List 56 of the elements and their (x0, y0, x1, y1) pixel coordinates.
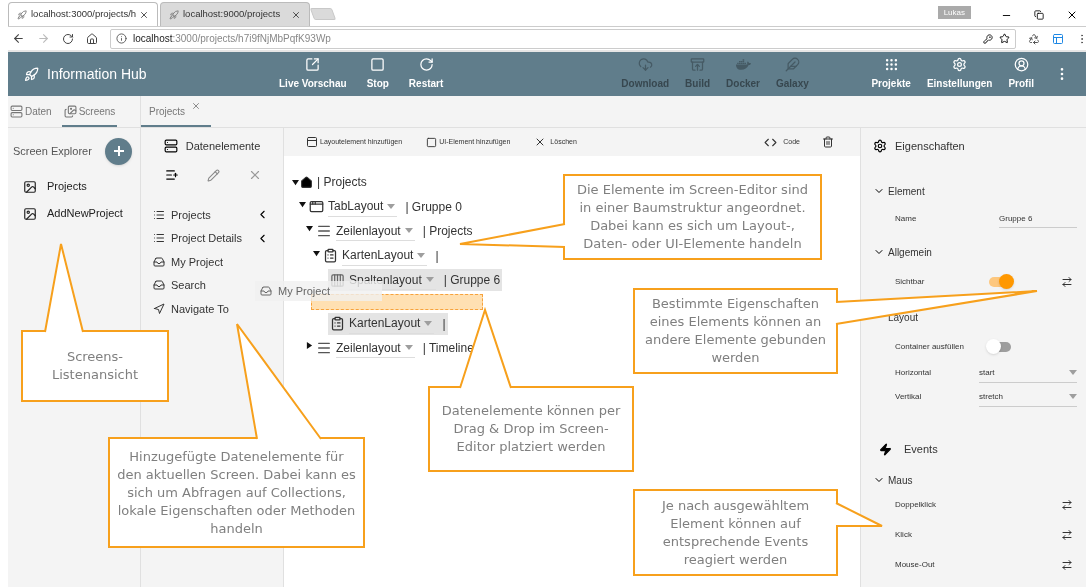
data-element-item[interactable]: Project Details (153, 230, 242, 247)
event-label: Mouse-Out (895, 559, 936, 571)
select-field[interactable]: start (979, 363, 1077, 383)
panel-title: Screen Explorer (13, 143, 92, 159)
field-label: Vertikal (895, 391, 923, 403)
field-label: Container ausfüllen (895, 341, 965, 353)
toolbar-button[interactable]: Einstellungen (920, 52, 999, 96)
section-title: Allgemein (888, 245, 932, 260)
tree-node[interactable]: KartenLayout | (328, 312, 448, 335)
browser-tab[interactable]: localhost:9000/projects (160, 2, 310, 26)
section-title: Element (888, 184, 925, 199)
data-element-item[interactable]: My Project (153, 253, 223, 270)
data-element-item[interactable]: Projects (153, 206, 211, 223)
toolbar-button[interactable]: Live Vorschau (273, 52, 353, 96)
event-label: Klick (895, 529, 913, 541)
type-select[interactable]: Zeilenlayout (336, 338, 415, 358)
select-field[interactable]: stretch (979, 387, 1077, 407)
panel-tab[interactable]: Daten (8, 97, 54, 127)
type-select[interactable]: KartenLayout (342, 245, 428, 266)
section-title: Events (904, 441, 938, 457)
tree-node[interactable]: TabLayout | Gruppe 0 (307, 195, 464, 218)
panel-title: Datenelemente (185, 138, 261, 154)
toolbar-button[interactable]: Stop (360, 52, 395, 96)
tree-node[interactable]: KartenLayout | (321, 244, 441, 267)
type-select[interactable]: TabLayout (328, 196, 398, 217)
node-name: | Projects (422, 223, 473, 240)
type-select[interactable]: Zeilenlayout (336, 221, 415, 241)
toolbar-button[interactable]: Projekte (865, 52, 917, 96)
node-name: | (435, 247, 439, 265)
data-element-item[interactable]: Navigate To (153, 300, 229, 317)
app-title: Information Hub (47, 64, 148, 84)
tree-node[interactable]: Zeilenlayout | Projects (314, 220, 475, 242)
browser-tab[interactable]: localhost:3000/projects/h (8, 2, 158, 26)
address-bar[interactable]: localhost:3000/projects/h7i9fNjMbPqfK93Wp (110, 28, 1016, 49)
field-label: Name (895, 213, 918, 225)
panel-title: Eigenschaften (895, 138, 965, 154)
tree-root[interactable]: | Projects (300, 173, 367, 191)
section-title: Maus (888, 473, 913, 488)
toolbar-button[interactable]: Restart (402, 52, 450, 96)
type-select[interactable]: KartenLayout (349, 313, 435, 334)
field-label: Sichtbar (895, 276, 926, 288)
screen-item[interactable]: AddNewProject (23, 200, 135, 227)
node-name: | Gruppe 6 (443, 272, 501, 289)
field-label: Horizontal (895, 367, 932, 379)
callout-box: Bestimmte Eigenschaften eines Elements können an andere Elemente gebunden werden (633, 288, 838, 374)
event-label: Doppelklick (895, 499, 937, 511)
node-name: | (442, 315, 446, 333)
name-field[interactable]: Gruppe 6 (999, 210, 1077, 228)
section-title: Layout (888, 310, 919, 325)
toolbar-button[interactable]: Profil (1002, 52, 1040, 96)
screen-item[interactable]: Projects (23, 173, 135, 200)
node-name: | Gruppe 0 (405, 198, 462, 216)
data-element-item[interactable]: Search (153, 277, 206, 294)
callout-box: Die Elemente im Screen-Editor sind in einer Baumstruktur angeordnet. Dabei kann es sich um Layout-, Daten- oder UI-Elemente handeln (563, 174, 822, 260)
node-name: | Timeline (422, 340, 474, 357)
callout-box: Je nach ausgewähltem Element können auf entsprechende Events reagiert werden (633, 489, 838, 576)
